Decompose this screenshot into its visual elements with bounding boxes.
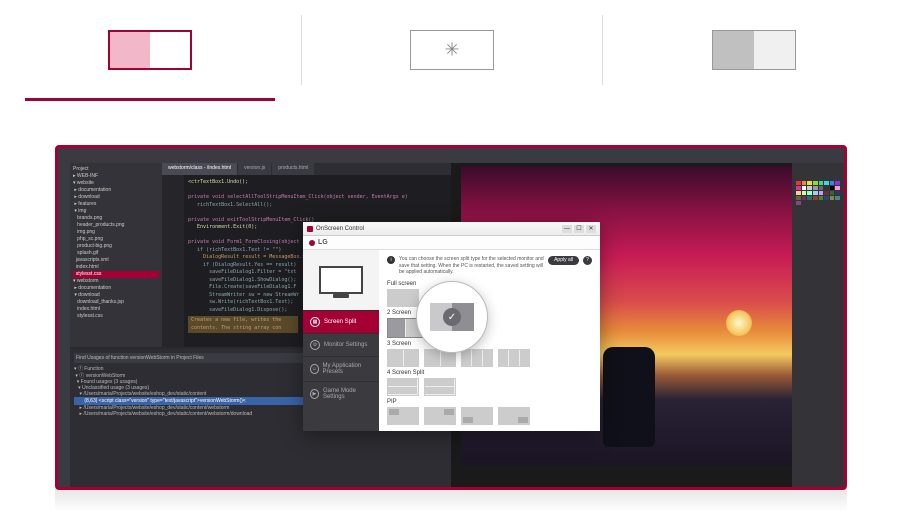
layout-pip-bl[interactable] — [461, 407, 493, 425]
swatch[interactable] — [813, 191, 818, 195]
swatch[interactable] — [830, 186, 835, 190]
layout-pip-tl[interactable] — [387, 407, 419, 425]
swatch[interactable] — [807, 186, 812, 190]
swatch[interactable] — [802, 181, 807, 185]
help-button[interactable]: ? — [583, 256, 592, 265]
user-icon: ☺ — [310, 364, 319, 374]
spinner-icon: ✳ — [444, 40, 459, 61]
minimize-button[interactable]: — — [562, 225, 572, 233]
osc-sidebar: ▦ Screen Split ⚙ Monitor Settings ☺ My A… — [303, 250, 379, 431]
swatch[interactable] — [796, 181, 801, 185]
info-icon: i — [387, 256, 395, 264]
swatch[interactable] — [813, 181, 818, 185]
monitor-reflection — [55, 488, 847, 512]
apply-all-button[interactable]: Apply all — [548, 256, 579, 265]
tab-version: version.js — [238, 163, 271, 175]
swatch[interactable] — [807, 191, 812, 195]
photo-editor-menubar — [451, 148, 844, 163]
swatch[interactable] — [819, 186, 824, 190]
swatch[interactable] — [807, 181, 812, 185]
label-4screen: 4 Screen Split — [387, 370, 592, 376]
layout-fullscreen[interactable] — [387, 289, 419, 307]
ide-editor-tabs[interactable]: webstorm/class - /index.html version.js … — [162, 163, 451, 175]
layout-3-left[interactable] — [387, 349, 419, 367]
osc-app-icon — [307, 226, 313, 232]
osc-info-bar: i You can choose the screen split type f… — [387, 256, 592, 276]
swatch[interactable] — [830, 196, 835, 200]
swatch[interactable] — [802, 191, 807, 195]
swatch[interactable] — [835, 181, 840, 185]
top-tab-strip: ✳ — [0, 0, 904, 100]
game-icon: ▶ — [310, 389, 319, 399]
ide-tool-strip — [58, 163, 70, 487]
swatch[interactable] — [824, 181, 829, 185]
osc-main-panel: i You can choose the screen split type f… — [379, 250, 600, 431]
swatch[interactable] — [830, 191, 835, 195]
swatch[interactable] — [813, 186, 818, 190]
color-swatches[interactable] — [796, 181, 840, 205]
tab-loading[interactable]: ✳ — [302, 0, 603, 100]
swatch[interactable] — [807, 196, 812, 200]
layout-4-grid-alt[interactable] — [424, 378, 456, 396]
split-icon — [108, 30, 192, 70]
person-silhouette — [603, 347, 655, 447]
screen-split-icon: ▦ — [310, 317, 320, 327]
sun — [726, 310, 752, 336]
swatch[interactable] — [796, 191, 801, 195]
sidebar-item-screen-split[interactable]: ▦ Screen Split — [303, 310, 379, 333]
swatch[interactable] — [824, 191, 829, 195]
swatch[interactable] — [813, 196, 818, 200]
grey-split-icon — [712, 30, 796, 70]
layout-pip-tr[interactable] — [424, 407, 456, 425]
swatch[interactable] — [835, 196, 840, 200]
swatch[interactable] — [835, 186, 840, 190]
swatch[interactable] — [802, 186, 807, 190]
monitor-icon — [319, 266, 363, 294]
tab-products: products.html — [272, 163, 314, 175]
magnifier-lens: ✓ — [416, 281, 488, 353]
tab-screen-split[interactable] — [0, 0, 301, 100]
swatch[interactable] — [824, 196, 829, 200]
tab-grey[interactable] — [603, 0, 904, 100]
layout-pip-br[interactable] — [498, 407, 530, 425]
ide-titlebar — [58, 148, 451, 163]
label-3screen: 3 Screen — [387, 341, 592, 347]
label-pip: PIP — [387, 399, 592, 405]
swatch[interactable] — [796, 186, 801, 190]
photo-editor-right-panels[interactable] — [792, 163, 844, 487]
swatch[interactable] — [819, 181, 824, 185]
sidebar-item-monitor-settings[interactable]: ⚙ Monitor Settings — [303, 333, 379, 356]
ide-project-tree[interactable]: Project ▸ WEB-INF ▾ website ▸ documentat… — [70, 163, 162, 347]
swatch[interactable] — [830, 181, 835, 185]
layout-3-cols[interactable] — [461, 349, 493, 367]
loading-box-icon: ✳ — [410, 30, 494, 70]
osc-titlebar[interactable]: OnScreen Control — ☐ ✕ — [303, 222, 600, 236]
swatch[interactable] — [819, 196, 824, 200]
sidebar-item-app-presets[interactable]: ☺ My Application Presets — [303, 356, 379, 381]
maximize-button[interactable]: ☐ — [574, 225, 584, 233]
osc-mon-preview — [303, 250, 379, 310]
osc-brandbar: LG — [303, 236, 600, 250]
swatch[interactable] — [802, 196, 807, 200]
label-fullscreen: Full screen — [387, 281, 592, 287]
gear-icon: ⚙ — [310, 340, 320, 350]
tab-index: webstorm/class - /index.html — [162, 163, 237, 175]
swatch[interactable] — [796, 196, 801, 200]
swatch[interactable] — [819, 191, 824, 195]
swatch[interactable] — [835, 191, 840, 195]
swatch[interactable] — [796, 201, 801, 205]
close-button[interactable]: ✕ — [586, 225, 596, 233]
layout-3-cols-alt[interactable] — [498, 349, 530, 367]
swatch[interactable] — [824, 186, 829, 190]
osc-title-text: OnScreen Control — [316, 226, 364, 232]
sidebar-item-game-mode[interactable]: ▶ Game Mode Settings — [303, 381, 379, 406]
layout-4-grid[interactable] — [387, 378, 419, 396]
check-icon: ✓ — [443, 308, 461, 326]
lg-logo-icon — [309, 240, 315, 246]
